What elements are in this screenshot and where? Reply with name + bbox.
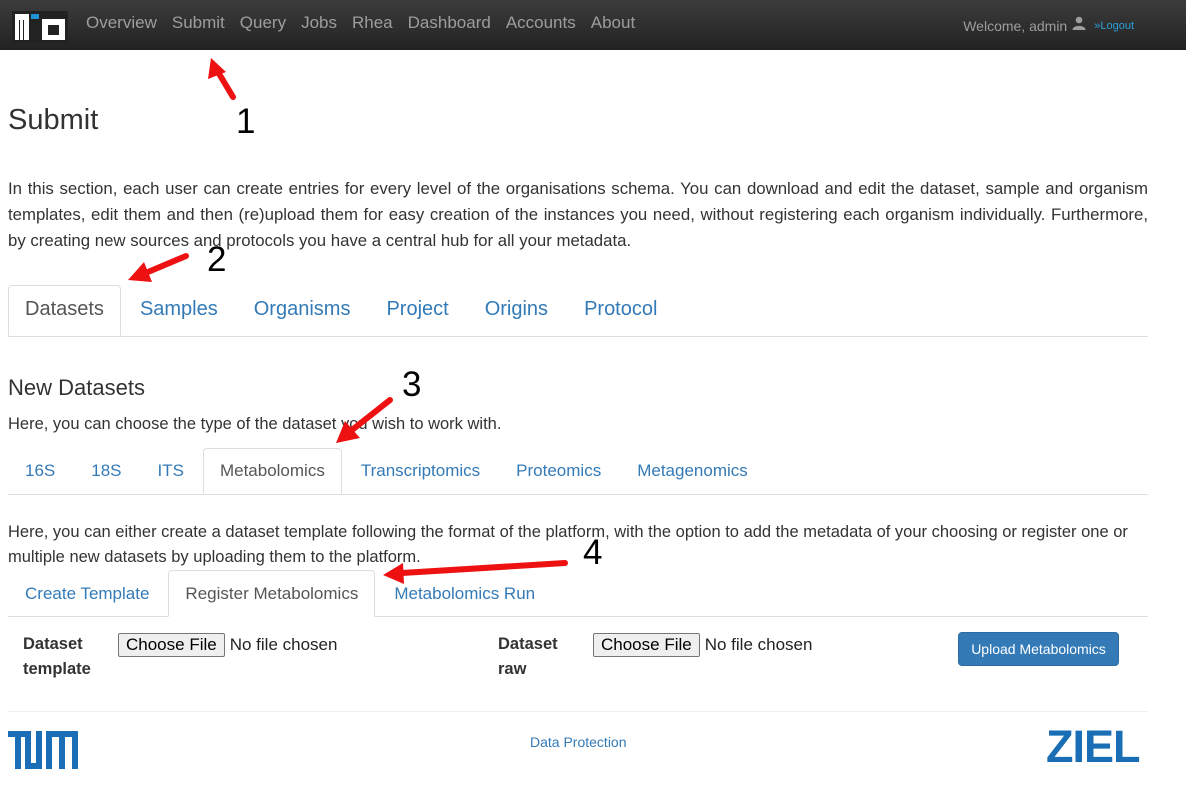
nav-submit[interactable]: Submit	[172, 12, 225, 34]
dataset-raw-file-input: Choose File No file chosen	[593, 633, 812, 657]
user-icon	[1072, 16, 1086, 35]
nav-overview[interactable]: Overview	[86, 12, 157, 34]
annotation-arrow-2	[145, 253, 189, 275]
dataset-template-label-line1: Dataset	[23, 635, 83, 653]
new-datasets-description: Here, you can choose the type of the dat…	[8, 415, 502, 433]
tum-logo	[8, 731, 78, 769]
raw-file-status: No file chosen	[704, 635, 813, 654]
nav-about[interactable]: About	[591, 12, 635, 34]
new-datasets-title: New Datasets	[8, 375, 145, 400]
tab-protocol[interactable]: Protocol	[567, 285, 674, 336]
tab-metabolomics-run[interactable]: Metabolomics Run	[377, 570, 552, 617]
nav-dashboard[interactable]: Dashboard	[408, 12, 491, 34]
logout-link[interactable]: »Logout	[1094, 20, 1134, 32]
dataset-template-label: Dataset template	[23, 632, 91, 682]
tab-proteomics[interactable]: Proteomics	[499, 448, 618, 494]
annotation-arrows	[128, 58, 568, 584]
main-tabs: Datasets Samples Organisms Project Origi…	[8, 285, 1148, 337]
nav-query[interactable]: Query	[240, 12, 286, 34]
annotation-number-2: 2	[207, 240, 227, 279]
metabolomics-tabs: Create Template Register Metabolomics Me…	[8, 570, 1148, 617]
nav-jobs[interactable]: Jobs	[301, 12, 337, 34]
dataset-template-label-line2: template	[23, 660, 91, 678]
template-choose-file-button[interactable]: Choose File	[118, 633, 225, 657]
metabolomics-description: Here, you can either create a dataset te…	[8, 523, 1128, 566]
dataset-raw-label-line2: raw	[498, 660, 527, 678]
tab-metabolomics[interactable]: Metabolomics	[202, 448, 342, 494]
annotation-number-4: 4	[583, 533, 603, 572]
raw-choose-file-button[interactable]: Choose File	[593, 633, 700, 657]
page-title: Submit	[8, 104, 99, 136]
ziel-logo: ZIEL	[1046, 721, 1140, 772]
tab-samples[interactable]: Samples	[123, 285, 235, 336]
tab-register-metabolomics[interactable]: Register Metabolomics	[168, 570, 376, 617]
nav-rhea[interactable]: Rhea	[352, 12, 393, 34]
annotation-arrowhead-2	[128, 262, 152, 282]
brand-logo[interactable]	[12, 11, 68, 43]
tab-origins[interactable]: Origins	[468, 285, 565, 336]
upload-metabolomics-button[interactable]: Upload Metabolomics	[958, 632, 1119, 666]
tab-18s[interactable]: 18S	[74, 448, 138, 494]
dataset-template-file-input: Choose File No file chosen	[118, 633, 337, 657]
top-navbar: Overview Submit Query Jobs Rhea Dashboar…	[0, 0, 1186, 50]
annotation-number-3: 3	[402, 365, 422, 404]
tab-16s[interactable]: 16S	[8, 448, 72, 494]
dataset-type-tabs: 16S 18S ITS Metabolomics Transcriptomics…	[8, 448, 1148, 495]
tab-organisms[interactable]: Organisms	[237, 285, 368, 336]
tab-project[interactable]: Project	[369, 285, 465, 336]
tab-create-template[interactable]: Create Template	[8, 570, 166, 617]
tab-datasets[interactable]: Datasets	[8, 285, 121, 336]
annotation-arrow-1	[215, 69, 236, 100]
dataset-raw-label-line1: Dataset	[498, 635, 558, 653]
annotation-arrowhead-1	[208, 58, 226, 79]
annotation-number-1: 1	[236, 102, 256, 141]
nav-accounts[interactable]: Accounts	[506, 12, 576, 34]
data-protection-link[interactable]: Data Protection	[530, 734, 627, 750]
tab-metagenomics[interactable]: Metagenomics	[620, 448, 765, 494]
tab-transcriptomics[interactable]: Transcriptomics	[344, 448, 497, 494]
intro-text: In this section, each user can create en…	[8, 179, 1148, 250]
footer-divider	[8, 711, 1148, 712]
welcome-text: Welcome, admin	[963, 17, 1068, 34]
dataset-raw-label: Dataset raw	[498, 632, 558, 682]
tab-its[interactable]: ITS	[141, 448, 201, 494]
template-file-status: No file chosen	[229, 635, 338, 654]
